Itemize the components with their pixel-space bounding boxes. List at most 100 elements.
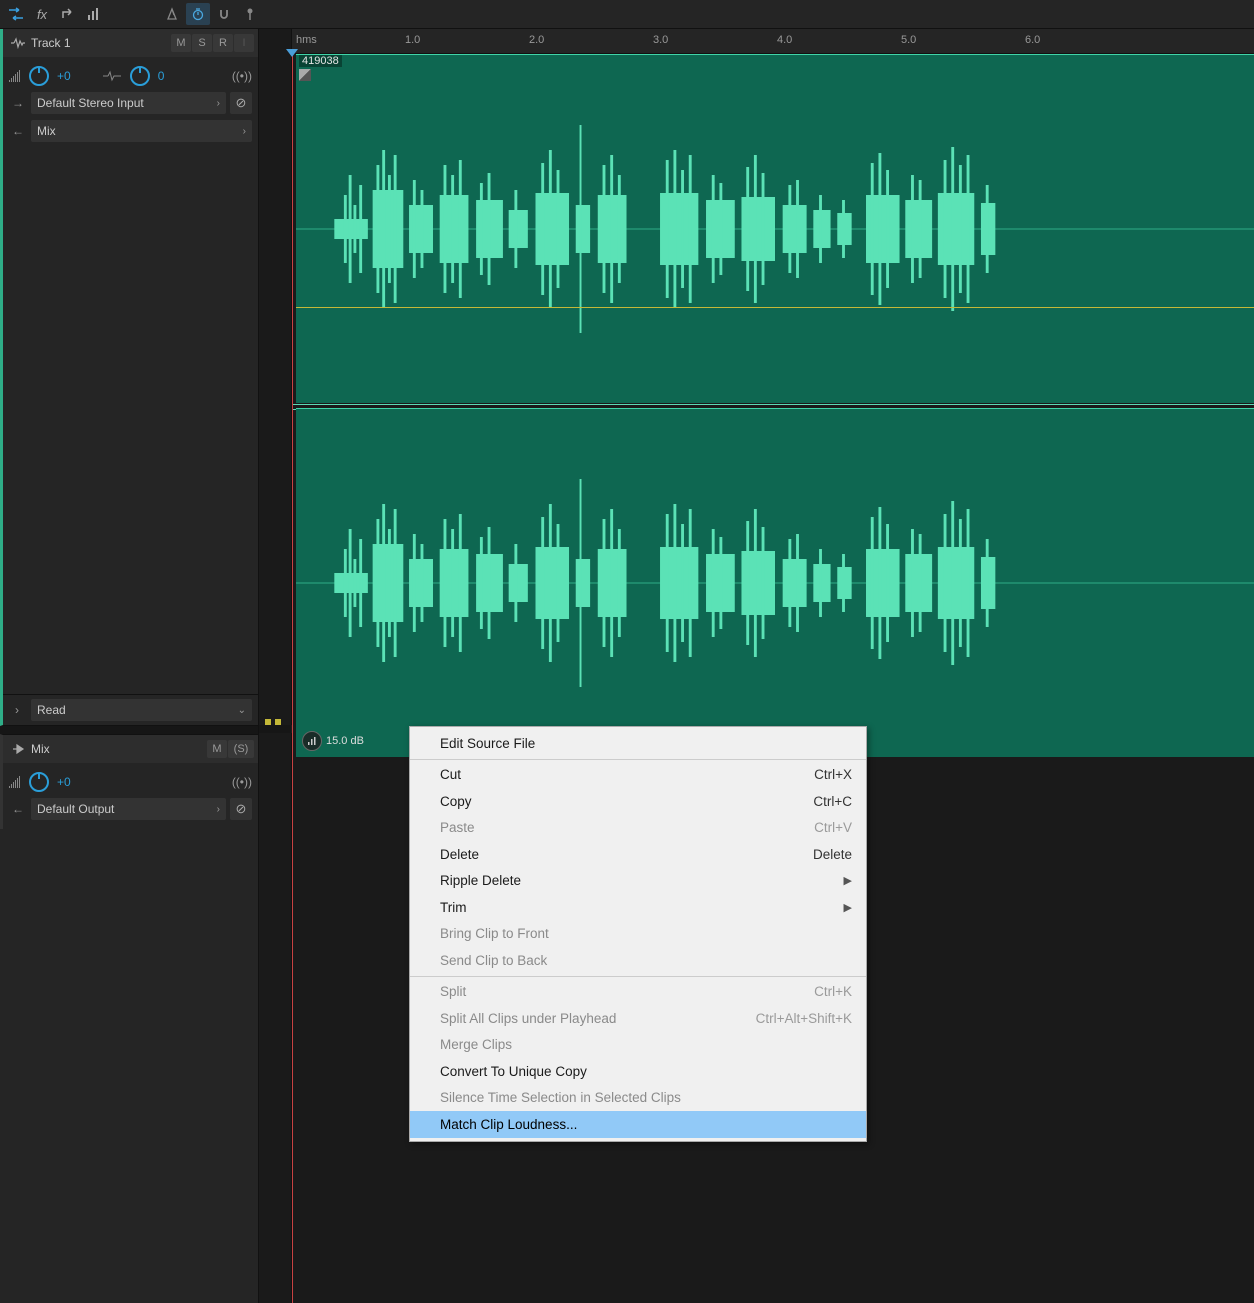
clip-gain-badge[interactable]: 15.0 dB: [302, 731, 364, 751]
waveform-ch1: [296, 55, 1254, 403]
track1-name: Track 1: [31, 36, 71, 50]
mix-mute-button[interactable]: M: [207, 740, 227, 758]
mix-volume-knob[interactable]: [29, 772, 49, 792]
menu-item: Silence Time Selection in Selected Clips: [410, 1085, 866, 1112]
ruler-tick: 3.0: [653, 34, 668, 46]
pan-knob[interactable]: [130, 66, 150, 86]
ruler-tick: 4.0: [777, 34, 792, 46]
mix-track-icon: [11, 743, 25, 755]
menu-item[interactable]: Match Clip Loudness...: [410, 1111, 866, 1138]
menu-shortcut: Ctrl+X: [814, 767, 852, 782]
ruler-tick: 6.0: [1025, 34, 1040, 46]
meter-icon[interactable]: [82, 3, 106, 25]
ruler[interactable]: hms 1.0 2.0 3.0 4.0 5.0 6.0: [292, 29, 1254, 54]
menu-item-label: Convert To Unique Copy: [440, 1064, 587, 1079]
chevron-right-icon: ›: [217, 98, 220, 109]
phase-invert-button[interactable]: ⊘: [230, 798, 252, 820]
timer-icon[interactable]: [186, 3, 210, 25]
fx-icon[interactable]: fx: [30, 3, 54, 25]
clip-gain-value: 15.0 dB: [326, 735, 364, 747]
input-label: Default Stereo Input: [37, 96, 144, 110]
menu-item-label: Delete: [440, 847, 479, 862]
pan-icon: [103, 70, 121, 82]
menu-item[interactable]: Copy Ctrl+C: [410, 788, 866, 815]
send-icon[interactable]: [56, 3, 80, 25]
menu-shortcut: Ctrl+K: [814, 984, 852, 999]
mix-track-header[interactable]: Mix M (S): [3, 735, 258, 763]
menu-item-label: Match Clip Loudness...: [440, 1117, 577, 1132]
menu-item-label: Ripple Delete: [440, 873, 521, 888]
metronome-icon[interactable]: [160, 3, 184, 25]
menu-item[interactable]: Ripple Delete ▶: [410, 868, 866, 895]
ruler-tick: 2.0: [529, 34, 544, 46]
menu-item: Split Ctrl+K: [410, 979, 866, 1006]
menu-shortcut: Ctrl+C: [813, 794, 852, 809]
input-monitor-button[interactable]: I: [234, 34, 254, 52]
menu-item-label: Silence Time Selection in Selected Clips: [440, 1090, 681, 1105]
phase-invert-button[interactable]: ⊘: [230, 92, 252, 114]
volume-value[interactable]: +0: [57, 69, 71, 83]
stereo-indicator-icon: ((•)): [232, 69, 252, 83]
menu-item-label: Merge Clips: [440, 1037, 512, 1052]
track-panel: Track 1 M S R I +0: [0, 29, 259, 1303]
mix-output-select[interactable]: Default Output ›: [31, 798, 226, 820]
menu-item-label: Edit Source File: [440, 736, 535, 751]
playhead-marker[interactable]: [286, 49, 298, 57]
gain-line[interactable]: [296, 307, 1254, 308]
clip-area: 419038: [292, 54, 1254, 754]
gain-dial-icon: [302, 731, 322, 751]
menu-item-label: Trim: [440, 900, 467, 915]
track1-header[interactable]: Track 1 M S R I: [3, 29, 258, 57]
stereo-indicator-icon: ((•)): [232, 775, 252, 789]
menu-item[interactable]: DeleteDelete: [410, 841, 866, 868]
output-label: Mix: [37, 124, 56, 138]
chevron-right-icon: ▶: [844, 874, 852, 887]
chevron-right-icon: ▶: [844, 901, 852, 914]
menu-item[interactable]: Cut Ctrl+X: [410, 762, 866, 789]
mute-button[interactable]: M: [171, 34, 191, 52]
automation-mode-select[interactable]: Read ⌄: [31, 699, 252, 721]
meter-strip-mix: [259, 733, 292, 1303]
menu-separator: [410, 976, 866, 977]
menu-item: PasteCtrl+V: [410, 815, 866, 842]
mix-track-name: Mix: [31, 742, 50, 756]
input-select[interactable]: Default Stereo Input ›: [31, 92, 226, 114]
audio-clip-ch1[interactable]: 419038: [296, 54, 1254, 403]
menu-item-label: Paste: [440, 820, 475, 835]
expand-icon[interactable]: ›: [9, 703, 25, 717]
routing-icon[interactable]: [4, 3, 28, 25]
menu-item: Merge Clips: [410, 1032, 866, 1059]
chevron-right-icon: ›: [217, 804, 220, 815]
mix-output-label: Default Output: [37, 802, 114, 816]
volume-knob[interactable]: [29, 66, 49, 86]
audio-clip-ch2[interactable]: 15.0 dB: [296, 408, 1254, 757]
menu-item-label: Cut: [440, 767, 461, 782]
mix-volume-value[interactable]: +0: [57, 775, 71, 789]
menu-shortcut: Ctrl+Alt+Shift+K: [756, 1011, 852, 1026]
solo-button[interactable]: S: [192, 34, 212, 52]
menu-item[interactable]: Convert To Unique Copy: [410, 1058, 866, 1085]
input-arrow-icon: →: [9, 96, 27, 110]
meter-strip-track1: [259, 29, 292, 725]
mix-solo-button[interactable]: (S): [228, 740, 254, 758]
playhead-line: [292, 53, 293, 1303]
output-arrow-icon: ←: [9, 802, 27, 816]
magnet-icon[interactable]: [212, 3, 236, 25]
toolbar: fx: [0, 0, 1254, 29]
menu-item[interactable]: Trim ▶: [410, 894, 866, 921]
menu-item: Split All Clips under PlayheadCtrl+Alt+S…: [410, 1005, 866, 1032]
output-select[interactable]: Mix ›: [31, 120, 252, 142]
menu-item-label: Send Clip to Back: [440, 953, 547, 968]
menu-item-label: Bring Clip to Front: [440, 926, 549, 941]
ruler-tick: 5.0: [901, 34, 916, 46]
menu-item: Bring Clip to Front: [410, 921, 866, 948]
record-button[interactable]: R: [213, 34, 233, 52]
pan-value[interactable]: 0: [158, 69, 165, 83]
menu-item[interactable]: Edit Source File: [410, 730, 866, 757]
ruler-hms-label: hms: [296, 34, 317, 46]
waveform-ch2: [296, 409, 1254, 757]
marker-pin-icon[interactable]: [238, 3, 262, 25]
menu-item-label: Split: [440, 984, 466, 999]
menu-item-label: Copy: [440, 794, 472, 809]
ruler-tick: 1.0: [405, 34, 420, 46]
